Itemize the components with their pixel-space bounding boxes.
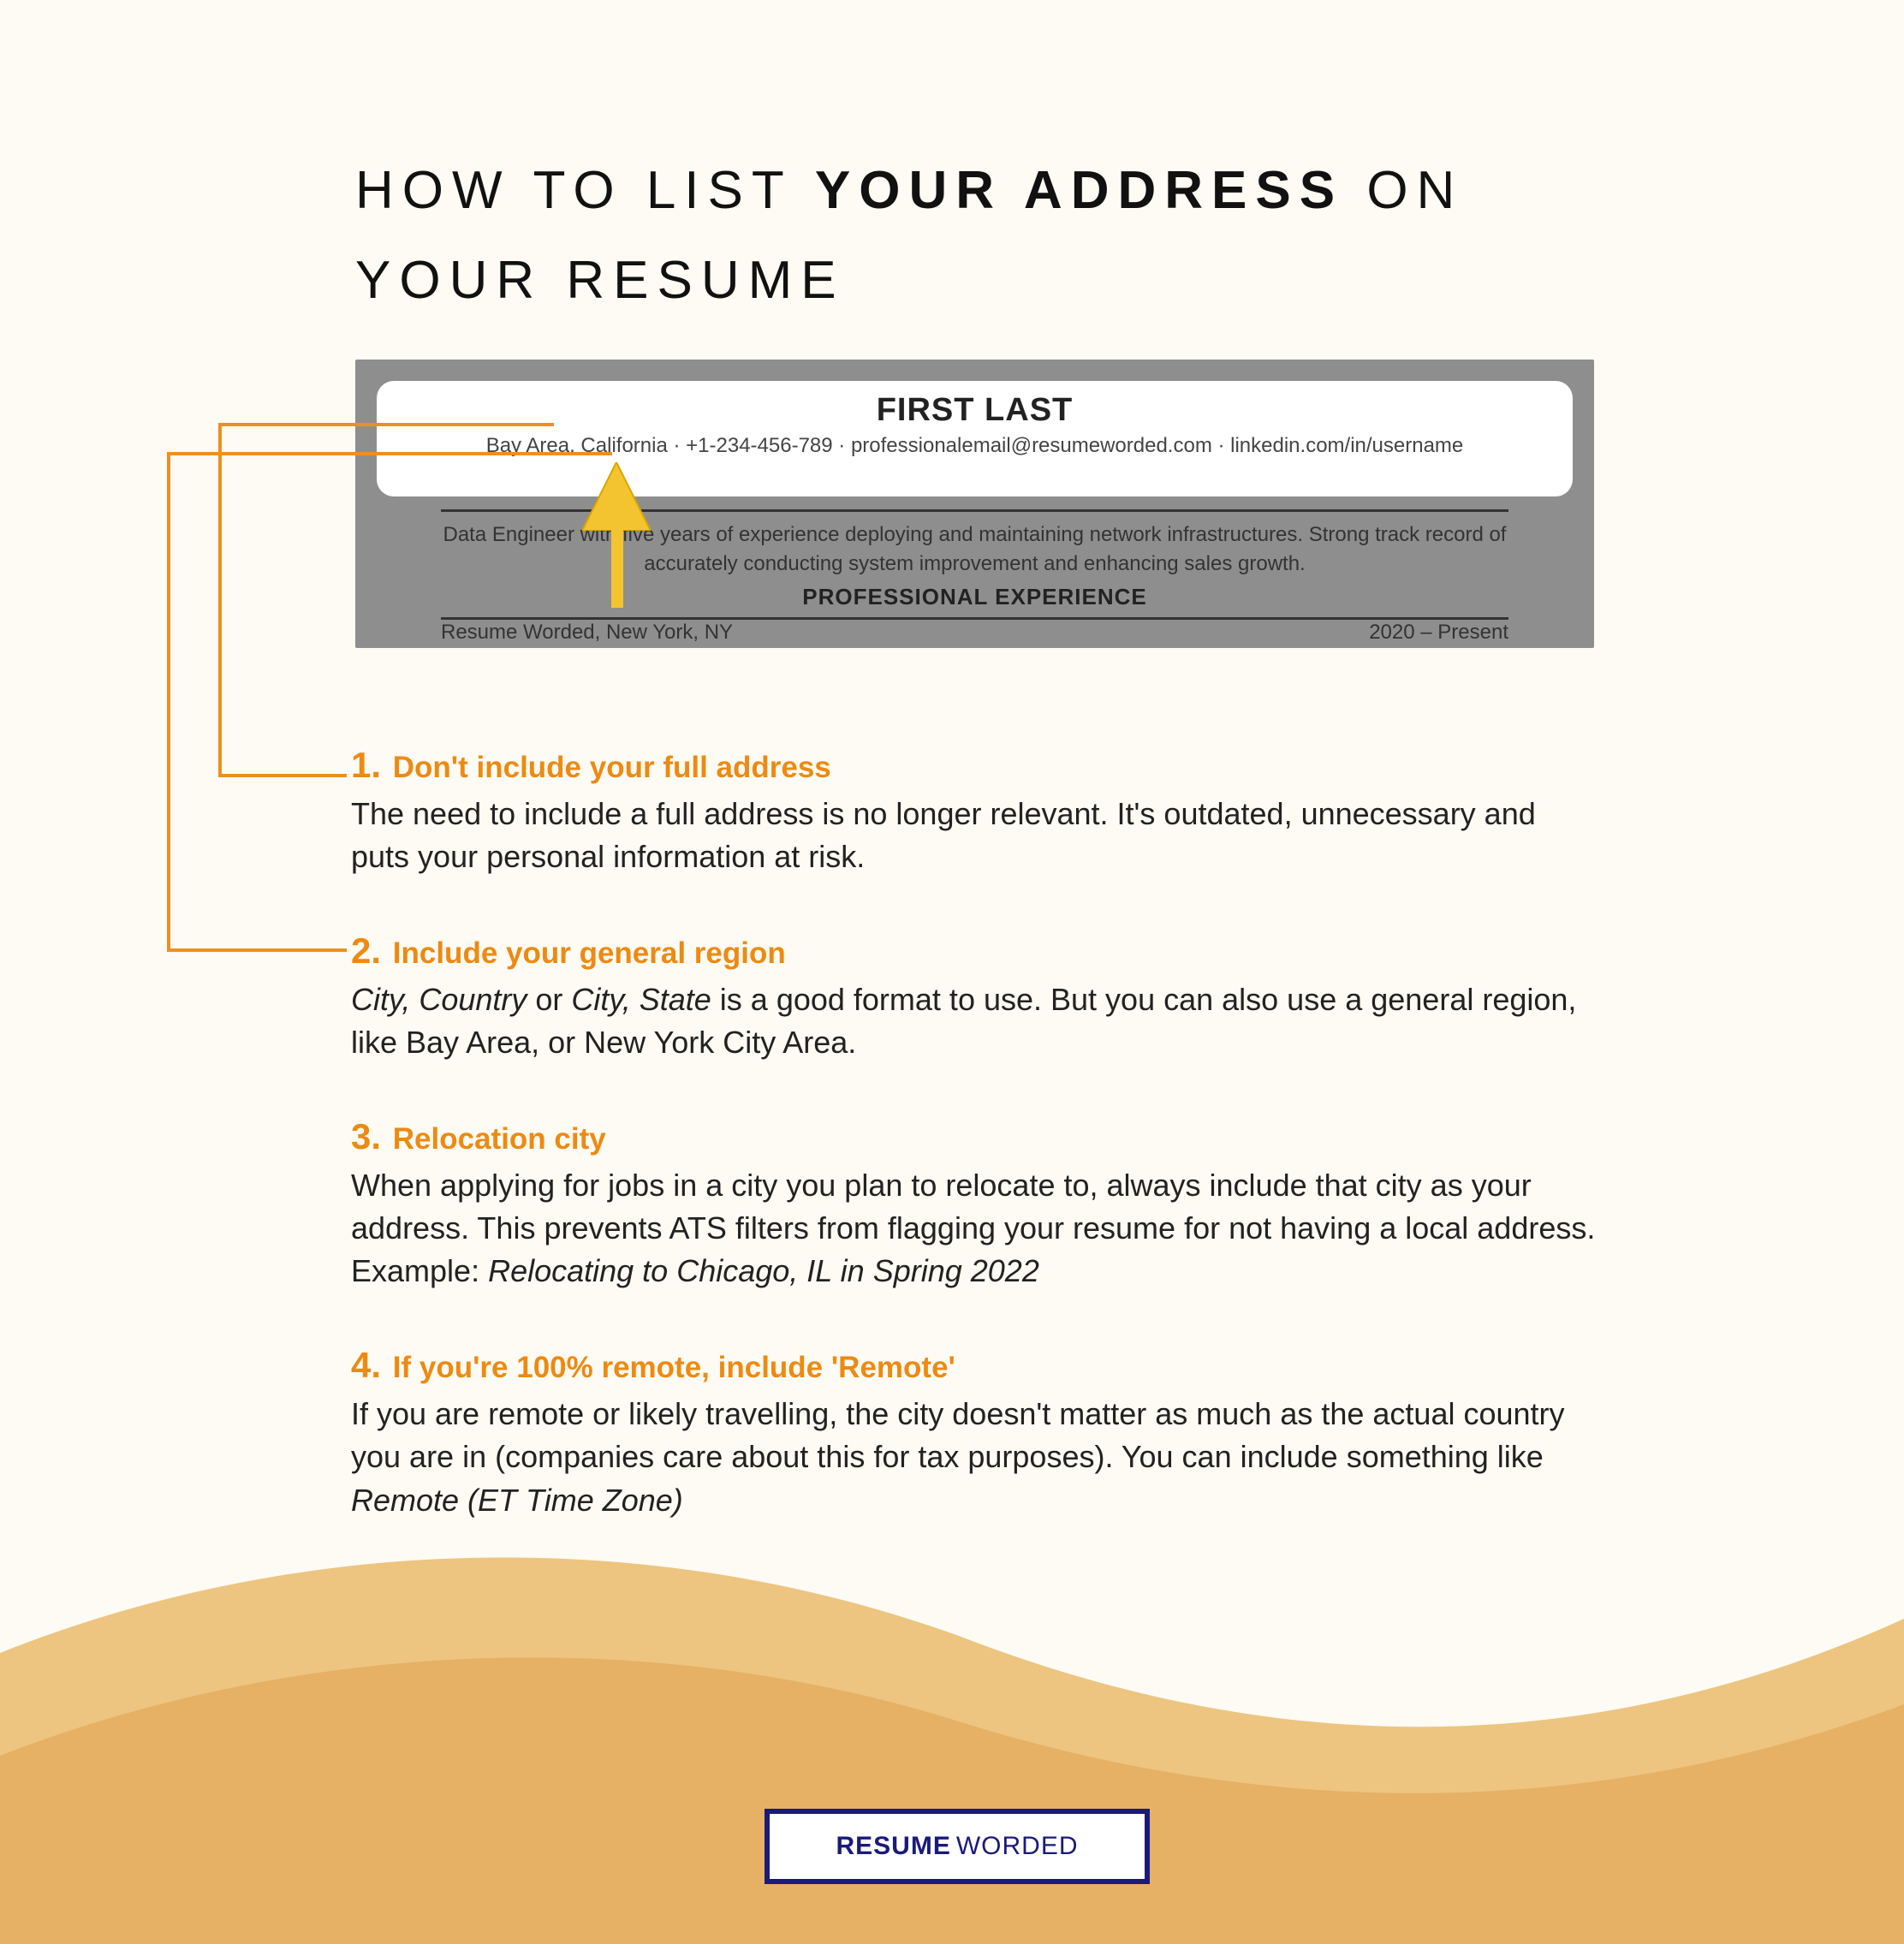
tip-title: If you're 100% remote, include 'Remote': [393, 1351, 955, 1384]
tip-italic: Relocating to Chicago, IL in Spring 2022: [488, 1253, 1039, 1288]
resume-name: FIRST LAST: [377, 392, 1573, 429]
tip-body: The need to include a full address is no…: [351, 793, 1601, 879]
tip-1: 1. Don't include your full address The n…: [351, 745, 1601, 879]
pointer-line: [218, 423, 222, 777]
logo-worded: WORDED: [956, 1832, 1079, 1861]
tip-italic: City, State: [571, 982, 711, 1017]
pointer-line: [218, 774, 347, 777]
pointer-line: [167, 948, 347, 952]
resume-experience-heading-wrap: PROFESSIONAL EXPERIENCE: [441, 584, 1508, 620]
tip-number: 1.: [351, 745, 381, 785]
tip-title: Relocation city: [393, 1122, 606, 1156]
resume-snippet: FIRST LAST Bay Area, California · +1-234…: [355, 360, 1594, 648]
title-bold: YOUR ADDRESS: [815, 161, 1343, 220]
resume-experience-heading: PROFESSIONAL EXPERIENCE: [441, 584, 1508, 620]
resume-worded-logo: RESUME WORDED: [765, 1809, 1150, 1884]
arrow-stem: [611, 527, 623, 608]
pointer-line: [167, 452, 612, 455]
resume-job-company: Resume Worded, New York, NY: [441, 621, 733, 645]
tip-number: 4.: [351, 1345, 381, 1385]
tip-italic: City, Country: [351, 982, 527, 1017]
tip-heading: 1. Don't include your full address: [351, 745, 1601, 786]
logo-resume: RESUME: [836, 1832, 950, 1861]
tip-number: 3.: [351, 1116, 381, 1156]
tip-body: When applying for jobs in a city you pla…: [351, 1164, 1601, 1293]
tips-list: 1. Don't include your full address The n…: [351, 745, 1601, 1573]
tip-2: 2. Include your general region City, Cou…: [351, 930, 1601, 1065]
tip-heading: 4. If you're 100% remote, include 'Remot…: [351, 1345, 1601, 1386]
tip-title: Don't include your full address: [393, 751, 831, 784]
arrow-up-icon: [582, 462, 651, 531]
tip-heading: 2. Include your general region: [351, 930, 1601, 972]
page-title: HOW TO LIST YOUR ADDRESS ON YOUR RESUME: [355, 146, 1554, 326]
tip-text: or: [527, 982, 571, 1017]
tip-3: 3. Relocation city When applying for job…: [351, 1116, 1601, 1293]
tip-body: City, Country or City, State is a good f…: [351, 978, 1601, 1065]
tip-title: Include your general region: [393, 936, 786, 970]
tip-4: 4. If you're 100% remote, include 'Remot…: [351, 1345, 1601, 1522]
tip-text: If you are remote or likely travelling, …: [351, 1396, 1565, 1474]
pointer-line: [167, 452, 170, 952]
resume-header-card: FIRST LAST Bay Area, California · +1-234…: [377, 381, 1573, 496]
tip-heading: 3. Relocation city: [351, 1116, 1601, 1157]
tip-number: 2.: [351, 930, 381, 971]
resume-job-row: Resume Worded, New York, NY 2020 – Prese…: [441, 621, 1508, 645]
pointer-line: [218, 423, 554, 426]
title-part1: HOW TO LIST: [355, 161, 815, 220]
resume-job-dates: 2020 – Present: [1369, 621, 1508, 645]
